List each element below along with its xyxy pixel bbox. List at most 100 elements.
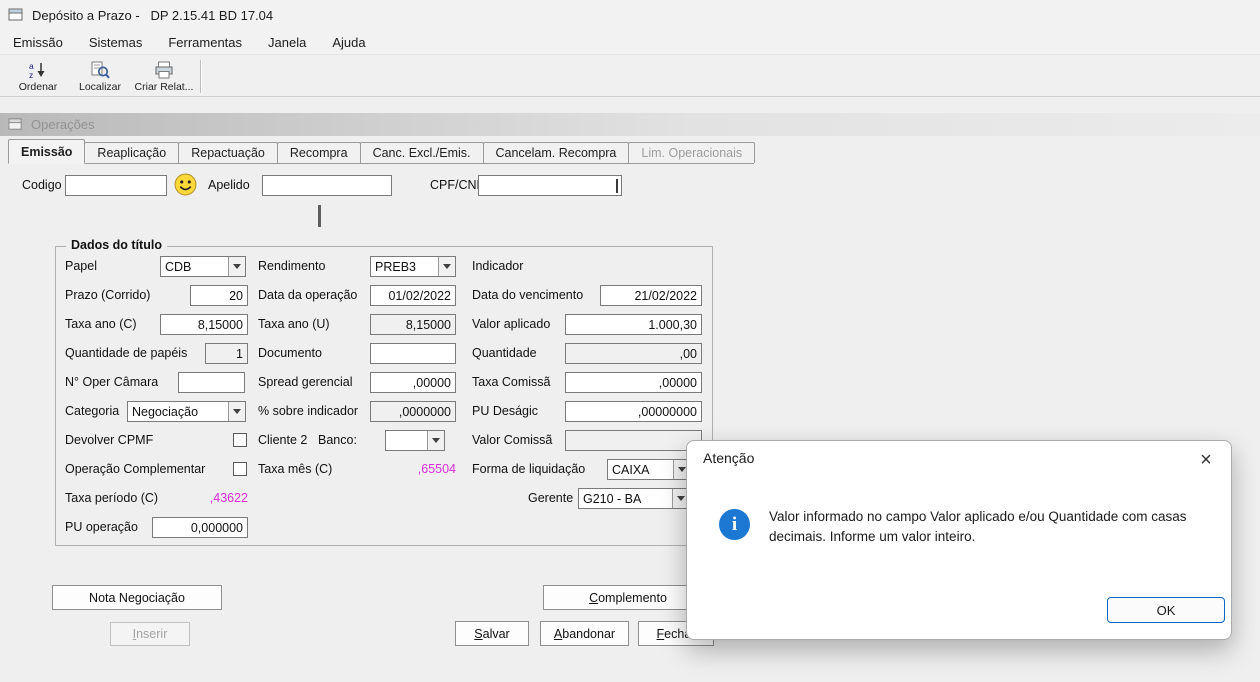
- data-operacao-label: Data da operação: [258, 288, 358, 302]
- info-icon-glyph: i: [731, 513, 738, 535]
- tab-canc-excl-emis-label: Canc. Excl./Emis.: [372, 146, 471, 160]
- quantidade-papeis-input: [205, 343, 248, 364]
- ordenar-label: Ordenar: [18, 80, 58, 93]
- localizar-button[interactable]: Localizar: [70, 58, 130, 95]
- pu-operacao-label: PU operação: [65, 520, 138, 534]
- tab-recompra-label: Recompra: [289, 146, 348, 160]
- search-icon: [90, 61, 110, 80]
- pu-desagio-label: PU Deságic: [472, 404, 538, 418]
- valor-comissao-input: [565, 430, 702, 451]
- operacoes-titlebar[interactable]: Operações: [0, 113, 1260, 136]
- prazo-corrido-input[interactable]: [190, 285, 248, 306]
- gerente-label: Gerente: [528, 491, 574, 505]
- valor-comissao-label: Valor Comissã: [472, 433, 553, 447]
- nota-negociacao-label: Nota Negociação: [89, 590, 185, 605]
- chevron-down-icon[interactable]: [228, 402, 245, 421]
- indicador-label: Indicador: [472, 259, 524, 273]
- taxa-periodo-value: ,43622: [209, 491, 248, 505]
- rendimento-combo-value: PREB3: [375, 259, 416, 274]
- data-vencimento-input[interactable]: [600, 285, 702, 306]
- operacao-complementar-label: Operação Complementar: [65, 462, 206, 476]
- chevron-down-icon[interactable]: [438, 257, 455, 276]
- rendimento-combo[interactable]: PREB3: [370, 256, 456, 277]
- documento-input[interactable]: [370, 343, 456, 364]
- tab-emissao-label: Emissão: [21, 144, 73, 159]
- tab-repactuacao-label: Repactuação: [191, 146, 265, 160]
- codigo-input[interactable]: [65, 175, 167, 196]
- taxa-ano-u-label: Taxa ano (U): [258, 317, 330, 331]
- complemento-label: omplemento: [598, 590, 667, 605]
- operacao-complementar-checkbox[interactable]: [233, 462, 247, 476]
- abandonar-label-mn: A: [553, 626, 563, 641]
- oper-camara-label: N° Oper Câmara: [65, 375, 159, 389]
- tab-repactuacao[interactable]: Repactuação: [178, 142, 278, 163]
- taxa-ano-c-input[interactable]: [160, 314, 248, 335]
- tab-recompra[interactable]: Recompra: [276, 142, 361, 163]
- cpf-cnpj-input[interactable]: [478, 175, 622, 196]
- menubar: Emissão Sistemas Ferramentas Janela Ajud…: [0, 30, 1260, 55]
- operacoes-title: Operações: [31, 117, 95, 132]
- valor-aplicado-label: Valor aplicado: [472, 317, 551, 331]
- forma-liquidacao-combo[interactable]: CAIXA: [607, 459, 691, 480]
- gerente-combo[interactable]: G210 - BA: [578, 488, 690, 509]
- papel-combo[interactable]: CDB: [160, 256, 246, 277]
- salvar-label-mn: S: [474, 626, 483, 641]
- chevron-down-icon[interactable]: [427, 431, 444, 450]
- tab-cancelam-recompra[interactable]: Cancelam. Recompra: [482, 142, 630, 163]
- smiley-icon: [174, 173, 197, 196]
- salvar-button[interactable]: Salvar: [455, 621, 529, 646]
- quantidade-papeis-label: Quantidade de papéis: [65, 346, 188, 360]
- banco-label: Banco:: [318, 433, 357, 447]
- text-cursor: [616, 179, 618, 193]
- chevron-down-icon[interactable]: [228, 257, 245, 276]
- smiley-button[interactable]: [173, 172, 198, 197]
- quantidade-input: [565, 343, 702, 364]
- inserir-button: Inserir: [110, 622, 190, 646]
- fechar-label-mn: F: [656, 626, 665, 641]
- atencao-dialog: Atenção × i Valor informado no campo Val…: [686, 440, 1232, 640]
- svg-text:z: z: [29, 70, 33, 79]
- vertical-divider: [318, 205, 321, 227]
- categoria-label: Categoria: [65, 404, 120, 418]
- tab-canc-excl-emis[interactable]: Canc. Excl./Emis.: [359, 142, 484, 163]
- menu-janela[interactable]: Janela: [255, 30, 319, 55]
- criar-relatorio-label: Criar Relat...: [134, 80, 194, 93]
- categoria-combo[interactable]: Negociação: [127, 401, 246, 422]
- dialog-title: Atenção: [703, 450, 755, 466]
- inserir-label: nserir: [136, 627, 168, 641]
- tab-reaplicacao[interactable]: Reaplicação: [84, 142, 180, 163]
- taxa-comissao-input[interactable]: [565, 372, 702, 393]
- pu-desagio-input[interactable]: [565, 401, 702, 422]
- abandonar-button[interactable]: Abandonar: [540, 621, 629, 646]
- forma-liquidacao-label: Forma de liquidação: [472, 462, 586, 476]
- prazo-corrido-label: Prazo (Corrido): [65, 288, 151, 302]
- dialog-message: Valor informado no campo Valor aplicado …: [769, 509, 1187, 544]
- close-icon[interactable]: ×: [1191, 446, 1221, 474]
- papel-label: Papel: [65, 259, 97, 273]
- categoria-combo-value: Negociação: [132, 404, 199, 419]
- ok-button[interactable]: OK: [1107, 597, 1225, 623]
- nota-negociacao-button[interactable]: Nota Negociação: [52, 585, 222, 610]
- ordenar-button[interactable]: a z Ordenar: [8, 58, 68, 95]
- taxa-ano-u-input: [370, 314, 456, 335]
- menu-ajuda[interactable]: Ajuda: [319, 30, 378, 55]
- tab-emissao[interactable]: Emissão: [8, 139, 86, 164]
- menu-emissao[interactable]: Emissão: [0, 30, 76, 55]
- banco-combo[interactable]: [385, 430, 445, 451]
- valor-aplicado-input[interactable]: [565, 314, 702, 335]
- criar-relatorio-button[interactable]: Criar Relat...: [132, 58, 196, 95]
- menu-ferramentas[interactable]: Ferramentas: [155, 30, 255, 55]
- apelido-label: Apelido: [208, 178, 250, 192]
- salvar-label: alvar: [482, 626, 510, 641]
- devolver-cpmf-checkbox[interactable]: [233, 433, 247, 447]
- sort-az-icon: a z: [28, 61, 48, 80]
- printer-icon: [154, 61, 174, 80]
- oper-camara-input[interactable]: [178, 372, 245, 393]
- data-operacao-input[interactable]: [370, 285, 456, 306]
- apelido-input[interactable]: [262, 175, 392, 196]
- menu-sistemas[interactable]: Sistemas: [76, 30, 155, 55]
- tab-cancelam-recompra-label: Cancelam. Recompra: [495, 146, 617, 160]
- spread-gerencial-label: Spread gerencial: [258, 375, 353, 389]
- spread-gerencial-input[interactable]: [370, 372, 456, 393]
- pu-operacao-input[interactable]: [152, 517, 248, 538]
